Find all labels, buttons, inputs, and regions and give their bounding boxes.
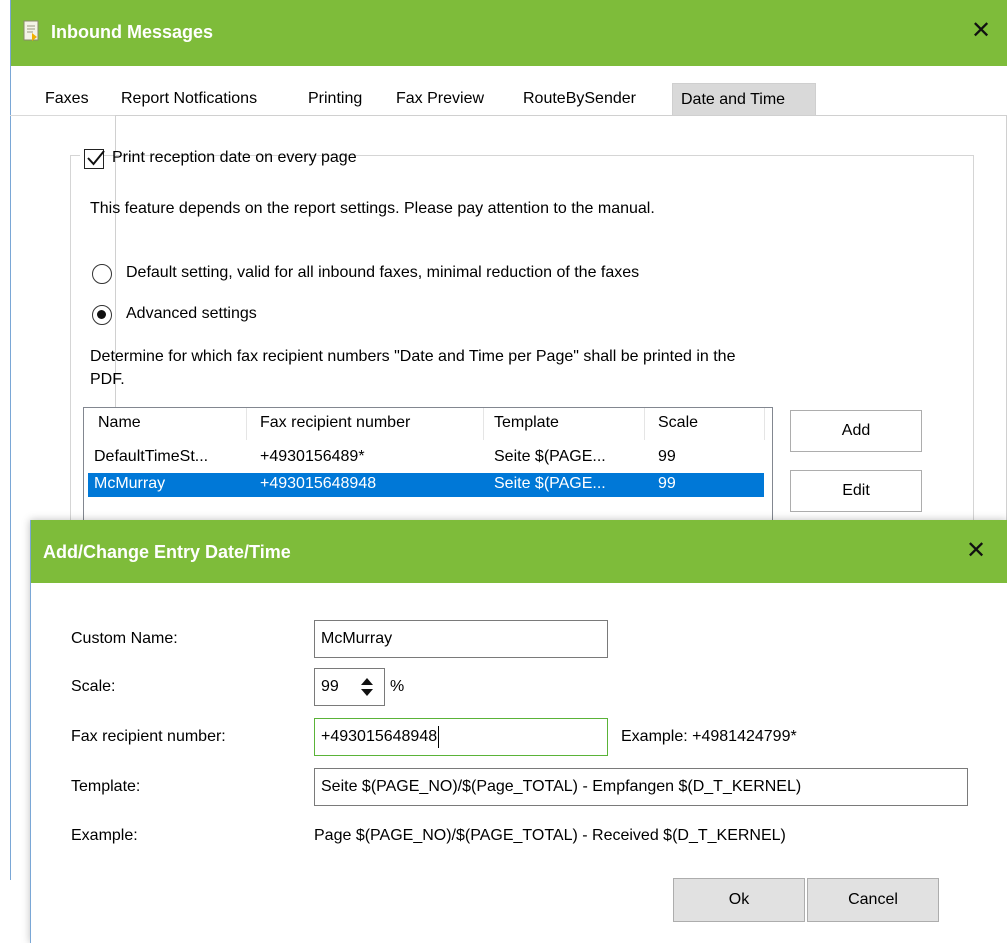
scale-unit: %: [390, 678, 405, 695]
column-separator: [483, 408, 484, 440]
custom-name-input[interactable]: McMurray: [314, 620, 608, 658]
spinner-arrows-icon[interactable]: [359, 675, 375, 699]
scale-label: Scale:: [71, 678, 116, 695]
radio-advanced-label[interactable]: Advanced settings: [126, 305, 257, 323]
tab-fax-preview[interactable]: Fax Preview: [388, 83, 492, 115]
dialog-title: Add/Change Entry Date/Time: [43, 542, 291, 562]
column-header-fax[interactable]: Fax recipient number: [260, 408, 410, 440]
column-header-scale[interactable]: Scale: [658, 408, 698, 440]
fax-recipient-list[interactable]: Name Fax recipient number Template Scale…: [83, 407, 773, 522]
template-input[interactable]: Seite $(PAGE_NO)/$(Page_TOTAL) - Empfang…: [314, 768, 968, 806]
add-change-entry-dialog: Add/Change Entry Date/Time ✕ Custom Name…: [30, 520, 1007, 943]
radio-default-setting[interactable]: [92, 264, 112, 284]
tab-faxes[interactable]: Faxes: [37, 83, 97, 115]
template-label: Template:: [71, 778, 141, 795]
title-bar[interactable]: Inbound Messages ✕: [11, 0, 1007, 66]
fax-recipient-input[interactable]: +493015648948: [314, 718, 608, 756]
cell-template: Seite $(PAGE...: [494, 448, 606, 465]
determine-text-2: PDF.: [90, 371, 125, 388]
column-header-template[interactable]: Template: [494, 408, 559, 440]
dialog-title-bar[interactable]: Add/Change Entry Date/Time ✕: [31, 520, 1007, 583]
table-row-selected[interactable]: McMurray +493015648948 Seite $(PAGE... 9…: [88, 473, 764, 497]
table-row[interactable]: DefaultTimeSt... +4930156489* Seite $(PA…: [88, 446, 764, 470]
fax-recipient-label: Fax recipient number:: [71, 728, 226, 745]
example-value: Page $(PAGE_NO)/$(PAGE_TOTAL) - Received…: [314, 827, 786, 844]
column-header-name[interactable]: Name: [98, 408, 141, 440]
radio-advanced-settings[interactable]: [92, 305, 112, 325]
print-reception-date-checkbox[interactable]: Print reception date on every page: [80, 146, 357, 172]
radio-selected-dot: [97, 310, 106, 319]
cancel-button[interactable]: Cancel: [807, 878, 939, 922]
edit-button[interactable]: Edit: [790, 470, 922, 512]
fax-example: Example: +4981424799*: [621, 728, 797, 745]
tab-strip-line: [10, 115, 116, 116]
column-separator: [246, 408, 247, 440]
cell-scale: 99: [658, 448, 676, 465]
feature-note: This feature depends on the report setti…: [90, 200, 655, 217]
cell-fax: +493015648948: [260, 475, 377, 492]
window-title: Inbound Messages: [51, 22, 214, 42]
cell-name: DefaultTimeSt...: [94, 448, 209, 465]
checkmark-icon: [87, 150, 105, 166]
cell-scale: 99: [658, 475, 676, 492]
tab-date-and-time[interactable]: Date and Time: [672, 83, 816, 115]
checkbox-label: Print reception date on every page: [112, 149, 357, 166]
cell-template: Seite $(PAGE...: [494, 475, 606, 492]
tab-route-by-sender[interactable]: RouteBySender: [515, 83, 644, 115]
close-icon[interactable]: ✕: [966, 16, 996, 46]
determine-text: Determine for which fax recipient number…: [90, 348, 736, 365]
fax-recipient-value: +493015648948: [321, 728, 438, 745]
tab-printing[interactable]: Printing: [300, 83, 370, 115]
column-separator: [764, 408, 765, 440]
scale-spinbox[interactable]: 99: [314, 668, 385, 706]
custom-name-label: Custom Name:: [71, 630, 178, 647]
text-caret: [438, 725, 440, 748]
document-icon: [23, 20, 39, 41]
cell-name: McMurray: [94, 475, 166, 492]
add-button[interactable]: Add: [790, 410, 922, 452]
column-separator: [644, 408, 645, 440]
radio-default-label[interactable]: Default setting, valid for all inbound f…: [126, 264, 639, 282]
ok-button[interactable]: Ok: [673, 878, 805, 922]
cell-fax: +4930156489*: [260, 448, 365, 465]
tab-report-notifications[interactable]: Report Notfications: [113, 83, 265, 115]
scale-value: 99: [321, 678, 339, 695]
checkbox-box[interactable]: [84, 149, 105, 169]
example-label: Example:: [71, 827, 138, 844]
close-icon[interactable]: ✕: [961, 536, 991, 566]
